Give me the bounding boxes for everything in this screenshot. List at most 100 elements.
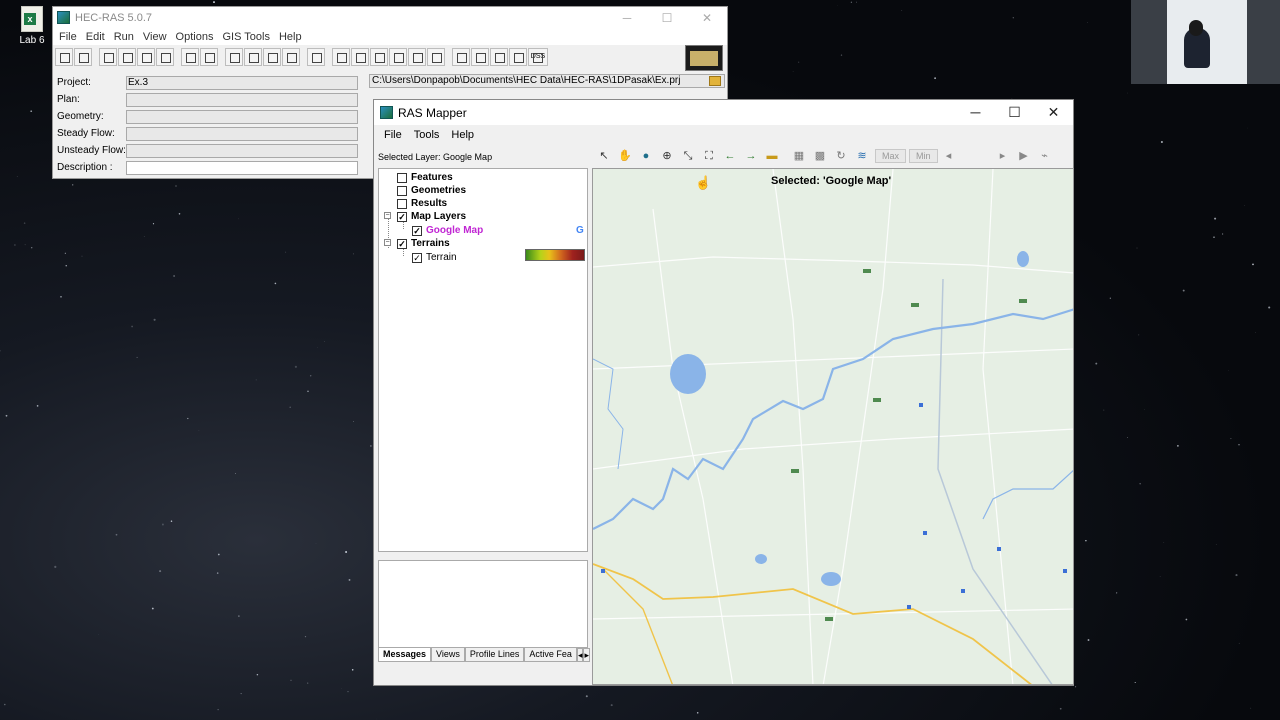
folder-icon[interactable]	[709, 76, 721, 86]
rating-curve-icon[interactable]	[389, 48, 407, 66]
refresh-icon[interactable]: ↻	[833, 149, 849, 163]
ras-mapper-app-icon	[380, 106, 393, 119]
project-field[interactable]: Ex.3	[126, 75, 358, 90]
geometry-field[interactable]	[126, 109, 358, 124]
menu-gis-tools[interactable]: GIS Tools	[219, 31, 276, 43]
maximize-button[interactable]: ☐	[995, 104, 1034, 121]
sediment-data-icon[interactable]	[181, 48, 199, 66]
unsteady-analysis-icon[interactable]	[244, 48, 262, 66]
usace-castle-logo	[685, 45, 723, 71]
animation-slider[interactable]	[962, 149, 990, 163]
tab-scroll-right-icon[interactable]: ▸	[583, 648, 591, 662]
minimize-button[interactable]: ─	[607, 11, 647, 25]
pan-hand-icon[interactable]: ✋	[617, 149, 633, 163]
speed-icon[interactable]: ⌁	[1037, 149, 1053, 163]
select-arrow-icon[interactable]: ↖	[596, 149, 612, 163]
open-project-icon[interactable]	[55, 48, 73, 66]
stage-flow-plot-icon[interactable]	[408, 48, 426, 66]
unsteady-flow-field[interactable]	[126, 143, 358, 158]
zoom-extent-icon[interactable]: ⤡	[680, 149, 696, 163]
summary-messages-icon[interactable]	[509, 48, 527, 66]
maximize-button[interactable]: ☐	[647, 11, 687, 25]
forward-arrow-icon[interactable]: →	[743, 149, 759, 163]
unsteady-flow-icon[interactable]	[137, 48, 155, 66]
step-forward-icon[interactable]: ▸	[995, 149, 1011, 163]
zoom-in-icon[interactable]: ⊕	[659, 149, 675, 163]
geometry-editor-icon[interactable]	[99, 48, 117, 66]
detailed-output-icon[interactable]	[452, 48, 470, 66]
menu-options[interactable]: Options	[173, 31, 220, 43]
hydrograph-icon[interactable]	[427, 48, 445, 66]
menu-run[interactable]: Run	[111, 31, 140, 43]
dss-viewer-button[interactable]: DSS	[528, 48, 548, 66]
project-path-field[interactable]: C:\Users\Donpapob\Documents\HEC Data\HEC…	[369, 74, 725, 88]
mapper-menu-tools[interactable]: Tools	[410, 129, 448, 141]
close-button[interactable]: ✕	[687, 11, 727, 25]
results-checkbox[interactable]	[397, 198, 407, 209]
map-layers-expander[interactable]: −	[384, 212, 391, 219]
steady-flow-icon[interactable]	[118, 48, 136, 66]
raster-grid-icon[interactable]: ▩	[812, 149, 828, 163]
hydraulic-design-icon[interactable]	[282, 48, 300, 66]
hecras-toolbar: DSS	[53, 45, 727, 69]
steady-flow-field[interactable]	[126, 126, 358, 141]
quasi-unsteady-icon[interactable]	[156, 48, 174, 66]
minimize-button[interactable]: ─	[956, 104, 995, 121]
water-quality-icon[interactable]	[200, 48, 218, 66]
desktop-icon-lab6[interactable]: Lab 6	[12, 6, 52, 46]
tree-item-terrains[interactable]: ✓ Terrains	[397, 237, 450, 250]
tree-item-features[interactable]: Features	[397, 171, 453, 184]
selected-layer-label: Selected Layer: Google Map	[378, 152, 493, 162]
map-layers-checkbox[interactable]: ✓	[397, 211, 407, 222]
tree-item-geometries[interactable]: Geometries	[397, 184, 466, 197]
min-button[interactable]: Min	[909, 149, 938, 163]
measure-ruler-icon[interactable]: ▬	[764, 149, 780, 163]
menu-help[interactable]: Help	[276, 31, 308, 43]
tree-item-results[interactable]: Results	[397, 197, 447, 210]
tab-views[interactable]: Views	[431, 648, 465, 662]
water-surface-icon[interactable]: ≋	[854, 149, 870, 163]
steady-analysis-icon[interactable]	[225, 48, 243, 66]
ras-mapper-icon[interactable]	[307, 48, 325, 66]
terrains-checkbox[interactable]: ✓	[397, 238, 407, 249]
tree-item-google-map[interactable]: ✓ Google Map	[412, 224, 483, 237]
back-arrow-icon[interactable]: ←	[722, 149, 738, 163]
geometries-checkbox[interactable]	[397, 185, 407, 196]
mapper-menu-help[interactable]: Help	[447, 129, 482, 141]
tab-active-features[interactable]: Active Fea	[524, 648, 577, 662]
menu-file[interactable]: File	[56, 31, 83, 43]
full-extent-icon[interactable]: ⛶	[701, 149, 717, 163]
step-back-icon[interactable]: ◂	[941, 149, 957, 163]
perspective-plot-icon[interactable]	[370, 48, 388, 66]
hecras-titlebar[interactable]: HEC-RAS 5.0.7 ─ ☐ ✕	[53, 7, 727, 28]
menu-view[interactable]: View	[140, 31, 173, 43]
hecras-title: HEC-RAS 5.0.7	[75, 11, 153, 24]
tab-profile-lines[interactable]: Profile Lines	[464, 648, 525, 662]
tab-messages[interactable]: Messages	[378, 648, 432, 662]
save-project-icon[interactable]	[74, 48, 92, 66]
bottom-tabs: Messages Views Profile Lines Active Fea …	[378, 648, 591, 663]
terrains-expander[interactable]: −	[384, 239, 391, 246]
profile-plot-icon[interactable]	[351, 48, 369, 66]
terrain-checkbox[interactable]: ✓	[412, 252, 422, 263]
ras-mapper-titlebar[interactable]: RAS Mapper ─ ☐ ✕	[374, 100, 1073, 125]
tree-item-terrain[interactable]: ✓ Terrain	[412, 251, 457, 264]
play-icon[interactable]: ▶	[1016, 149, 1032, 163]
layer-image-icon[interactable]: ▦	[791, 149, 807, 163]
profile-table-icon[interactable]	[490, 48, 508, 66]
xs-table-icon[interactable]	[471, 48, 489, 66]
map-selected-layer-label: Selected: 'Google Map'	[771, 175, 892, 187]
google-map-checkbox[interactable]: ✓	[412, 225, 422, 236]
plan-field[interactable]	[126, 92, 358, 107]
cross-section-plot-icon[interactable]	[332, 48, 350, 66]
sediment-analysis-icon[interactable]	[263, 48, 281, 66]
menu-edit[interactable]: Edit	[83, 31, 111, 43]
max-button[interactable]: Max	[875, 149, 907, 163]
mapper-menu-file[interactable]: File	[380, 129, 410, 141]
globe-icon[interactable]: ●	[638, 149, 654, 163]
description-field[interactable]	[126, 160, 358, 175]
tree-item-map-layers[interactable]: ✓ Map Layers	[397, 210, 466, 223]
map-canvas[interactable]: Selected: 'Google Map' ☝	[592, 168, 1074, 685]
close-button[interactable]: ✕	[1034, 104, 1073, 121]
features-checkbox[interactable]	[397, 172, 407, 183]
